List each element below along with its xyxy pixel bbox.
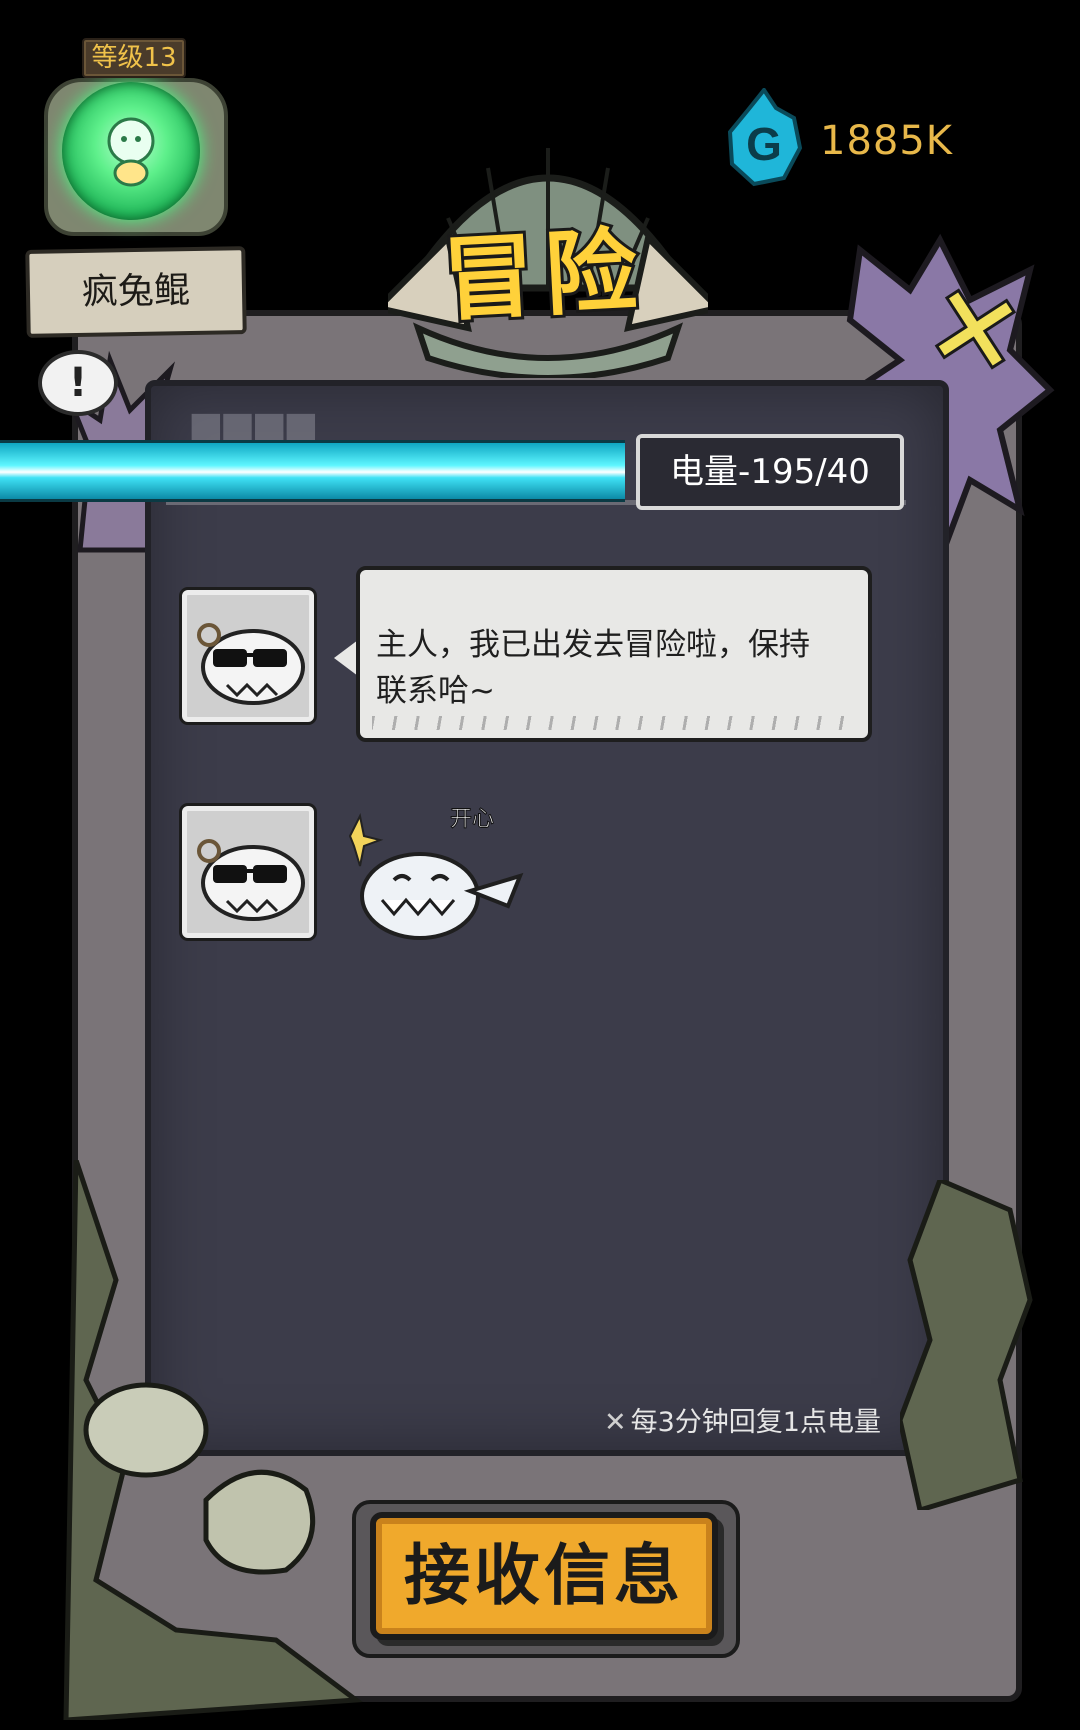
close-button[interactable]: ✕ (912, 256, 1038, 406)
sunglasses-fish-avatar-icon (197, 623, 305, 705)
sparkle-icon: ✕ (604, 1407, 627, 1438)
currency-amount: 1885K (820, 118, 954, 164)
moss-decoration-left (63, 1160, 363, 1720)
moss-decoration-right (900, 1180, 1033, 1510)
bubble-texture (372, 716, 852, 730)
page-title: 冒险 (437, 214, 652, 338)
alert-icon[interactable]: ! (38, 350, 118, 416)
level-badge: 等级13 (82, 38, 186, 78)
sunglasses-fish-avatar-icon (197, 839, 305, 921)
message-avatar (182, 806, 314, 938)
happy-fish-sticker: 开心 (348, 807, 524, 940)
svg-text:G: G (746, 118, 782, 170)
receive-message-button[interactable]: 接收信息 (370, 1512, 718, 1640)
g-gem-icon: G (727, 88, 803, 187)
energy-hint: ✕ 每3分钟回复1点电量 (604, 1400, 881, 1439)
energy-hint-text: 每3分钟回复1点电量 (630, 1407, 881, 1438)
message-avatar (182, 590, 314, 722)
creature-avatar-icon (107, 117, 155, 187)
player-name: 疯兔鲲 (25, 246, 247, 338)
energy-label: 电量-195/40 (636, 434, 904, 510)
sticker-caption: 开心 (450, 807, 494, 832)
energy-bar (0, 440, 625, 502)
bubble-tail (334, 640, 358, 676)
avatar[interactable] (62, 82, 200, 220)
